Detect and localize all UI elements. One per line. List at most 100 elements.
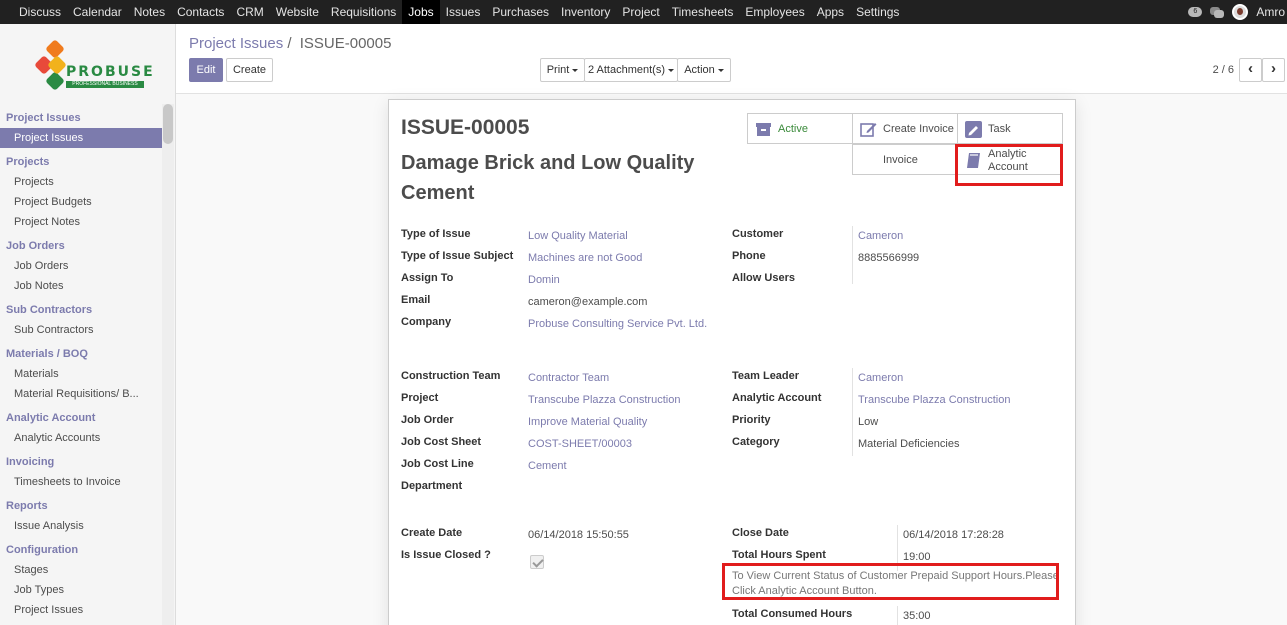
sidebar-item-material-requisitions-b[interactable]: Material Requisitions/ B... xyxy=(0,384,162,404)
sidebar-item-analytic-accounts[interactable]: Analytic Accounts xyxy=(0,428,162,448)
company-logo: PROBUSE PROFESSIONAL BUSINESS xyxy=(34,36,153,108)
menu-item-requisitions[interactable]: Requisitions xyxy=(325,0,402,24)
phone-label: Phone xyxy=(732,250,766,262)
menu-item-website[interactable]: Website xyxy=(270,0,325,24)
sidebar-item-job-types[interactable]: Job Types xyxy=(0,580,162,600)
menu-item-purchases[interactable]: Purchases xyxy=(486,0,555,24)
construction-team-value[interactable]: Contractor Team xyxy=(528,372,609,384)
create-button[interactable]: Create xyxy=(226,58,273,82)
active-label: Active xyxy=(778,123,808,135)
record-title: Damage Brick and Low Quality Cement xyxy=(401,152,695,204)
task-button[interactable]: Task xyxy=(957,113,1063,144)
pager-value: 2 / 6 xyxy=(1212,64,1234,76)
sidebar-section-reports[interactable]: Reports xyxy=(0,496,162,516)
sidebar-section-materials-boq[interactable]: Materials / BOQ xyxy=(0,344,162,364)
menu-item-notes[interactable]: Notes xyxy=(128,0,171,24)
attachments-label: 2 Attachment(s) xyxy=(587,64,666,76)
sidebar-item-issue-analysis[interactable]: Issue Analysis xyxy=(0,516,162,536)
allow-users-label: Allow Users xyxy=(732,272,795,284)
customer-label: Customer xyxy=(732,228,784,240)
sidebar-item-materials[interactable]: Materials xyxy=(0,364,162,384)
sidebar-item-project-issues[interactable]: Project Issues xyxy=(0,128,162,148)
task-label: Task xyxy=(988,123,1011,135)
category-label: Category xyxy=(732,436,780,448)
breadcrumb-current: ISSUE-00005 xyxy=(299,35,392,52)
job-order-value[interactable]: Improve Material Quality xyxy=(528,416,647,428)
sidebar-section-sub-contractors[interactable]: Sub Contractors xyxy=(0,300,162,320)
total-hours-spent-label: Total Hours Spent xyxy=(732,549,826,561)
pager-previous-button[interactable]: ‹ xyxy=(1239,58,1262,82)
print-button[interactable]: Print xyxy=(540,58,585,82)
menu-item-calendar[interactable]: Calendar xyxy=(67,0,128,24)
sidebar-item-job-notes[interactable]: Job Notes xyxy=(0,276,162,296)
sidebar: PROBUSE PROFESSIONAL BUSINESS Project Is… xyxy=(0,24,176,625)
sidebar-item-project-issues[interactable]: Project Issues xyxy=(0,600,162,620)
menu-item-timesheets[interactable]: Timesheets xyxy=(666,0,740,24)
logo-hex-icon xyxy=(47,55,67,75)
analytic-account-field-label: Analytic Account xyxy=(732,392,822,404)
is-issue-closed-checkbox[interactable] xyxy=(530,555,544,569)
menu-item-discuss[interactable]: Discuss xyxy=(13,0,67,24)
sidebar-item-sub-contractors[interactable]: Sub Contractors xyxy=(0,320,162,340)
sidebar-section-project-issues[interactable]: Project Issues xyxy=(0,108,162,128)
scrollbar-thumb[interactable] xyxy=(163,104,173,144)
breadcrumb: Project Issues / ISSUE-00005 xyxy=(189,35,391,52)
sidebar-section-job-orders[interactable]: Job Orders xyxy=(0,236,162,256)
user-avatar[interactable] xyxy=(1232,4,1249,20)
menu-item-project[interactable]: Project xyxy=(616,0,665,24)
project-label: Project xyxy=(401,392,439,404)
menu-item-inventory[interactable]: Inventory xyxy=(555,0,616,24)
edit-button[interactable]: Edit xyxy=(189,58,223,82)
user-name[interactable]: Amro xyxy=(1256,5,1287,19)
pager-next-button[interactable]: › xyxy=(1262,58,1285,82)
analytic-account-value[interactable]: Transcube Plazza Construction xyxy=(858,394,1010,406)
sidebar-section-configuration[interactable]: Configuration xyxy=(0,540,162,560)
assign-to-label: Assign To xyxy=(401,272,454,284)
sidebar-item-timesheets-to-invoice[interactable]: Timesheets to Invoice xyxy=(0,472,162,492)
type-of-issue-value[interactable]: Low Quality Material xyxy=(528,230,628,242)
menu-item-crm[interactable]: CRM xyxy=(230,0,269,24)
breadcrumb-parent[interactable]: Project Issues xyxy=(189,35,283,52)
app-menu: Discuss Calendar Notes Contacts CRM Website Re… xyxy=(0,0,905,24)
job-cost-line-value[interactable]: Cement xyxy=(528,460,567,472)
create-date-value: 06/14/2018 15:50:55 xyxy=(528,529,629,541)
sidebar-section-invoicing[interactable]: Invoicing xyxy=(0,452,162,472)
sidebar-item-project-notes[interactable]: Project Notes xyxy=(0,212,162,232)
sidebar-item-stages[interactable]: Stages xyxy=(0,560,162,580)
sidebar-section-analytic-account[interactable]: Analytic Account xyxy=(0,408,162,428)
type-of-issue-subject-value[interactable]: Machines are not Good xyxy=(528,252,642,264)
sidebar-item-projects[interactable]: Projects xyxy=(0,172,162,192)
sidebar-item-project-budgets[interactable]: Project Budgets xyxy=(0,192,162,212)
sidebar-section-projects[interactable]: Projects xyxy=(0,152,162,172)
customer-value[interactable]: Cameron xyxy=(858,230,903,242)
team-leader-value[interactable]: Cameron xyxy=(858,372,903,384)
logo-brand: PROBUSE xyxy=(66,64,155,80)
logo-tagline: PROFESSIONAL BUSINESS xyxy=(66,81,144,88)
project-value[interactable]: Transcube Plazza Construction xyxy=(528,394,680,406)
sidebar-nav: Project Issues Project Issues Projects Proj… xyxy=(0,108,162,620)
action-button[interactable]: Action xyxy=(677,58,731,82)
menu-item-employees[interactable]: Employees xyxy=(739,0,810,24)
total-consumed-hours-label: Total Consumed Hours xyxy=(732,608,853,620)
menu-item-issues[interactable]: Issues xyxy=(440,0,487,24)
assign-to-value[interactable]: Domin xyxy=(528,274,560,286)
company-value[interactable]: Probuse Consulting Service Pvt. Ltd. xyxy=(528,318,707,330)
construction-team-label: Construction Team xyxy=(401,370,501,382)
sidebar-scrollbar[interactable] xyxy=(162,104,174,625)
caret-down-icon xyxy=(572,68,579,72)
attachments-button[interactable]: 2 Attachment(s) xyxy=(584,58,678,82)
create-invoice-button[interactable]: Create Invoice xyxy=(852,113,958,144)
menu-item-jobs[interactable]: Jobs xyxy=(402,0,440,24)
job-cost-line-label: Job Cost Line xyxy=(401,458,474,470)
activity-icon[interactable]: 6 xyxy=(1188,7,1203,17)
active-toggle-button[interactable]: Active xyxy=(747,113,853,144)
invoice-button[interactable]: Invoice xyxy=(852,144,958,175)
menu-item-contacts[interactable]: Contacts xyxy=(171,0,230,24)
systray: 6 Amro xyxy=(1188,0,1287,24)
sidebar-item-job-orders[interactable]: Job Orders xyxy=(0,256,162,276)
caret-down-icon xyxy=(717,68,724,72)
job-cost-sheet-value[interactable]: COST-SHEET/00003 xyxy=(528,438,632,450)
menu-item-apps[interactable]: Apps xyxy=(811,0,850,24)
menu-item-settings[interactable]: Settings xyxy=(850,0,905,24)
messages-icon[interactable] xyxy=(1210,6,1225,18)
